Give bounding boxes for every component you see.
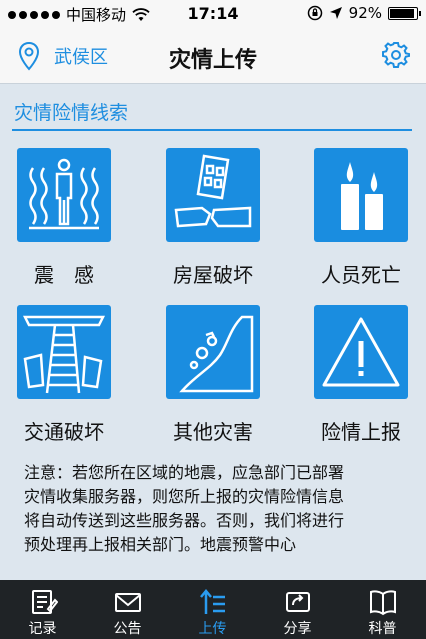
tile-hazard-report[interactable] xyxy=(314,305,408,399)
tile-label-shaking: 震 感 xyxy=(34,263,94,287)
candles-icon xyxy=(341,162,383,230)
tile-shaking[interactable] xyxy=(17,148,111,242)
location-pin-icon xyxy=(18,41,40,71)
broken-railway-icon xyxy=(22,315,106,394)
gear-icon xyxy=(382,42,410,68)
section-divider xyxy=(12,129,412,131)
location-label: 武侯区 xyxy=(54,47,108,68)
tab-share[interactable]: 分享 xyxy=(255,580,340,639)
tab-upload[interactable]: 上传 xyxy=(170,580,255,639)
collapsed-house-icon xyxy=(174,154,252,228)
notice-text: 注意：若您所在区域的地震，应急部门已部署 灾情收集服务器，则您所上报的灾情险情信… xyxy=(24,461,404,557)
landslide-icon xyxy=(179,315,254,393)
tab-label: 上传 xyxy=(198,621,227,637)
tab-record[interactable]: 记录 xyxy=(0,580,85,639)
tile-other-disasters[interactable] xyxy=(166,305,260,399)
share-icon xyxy=(286,592,310,612)
tab-label: 科普 xyxy=(368,621,397,637)
tile-label-traffic-damage: 交通破坏 xyxy=(24,420,104,444)
book-icon xyxy=(370,590,396,616)
record-icon xyxy=(32,590,58,614)
status-bar: 中国移动 17:14 92% xyxy=(0,0,426,28)
battery-percent: 92% xyxy=(348,4,382,22)
battery-level xyxy=(390,8,414,18)
tile-traffic-damage[interactable] xyxy=(17,305,111,399)
tab-bar: 记录 公告 上传 分享 科普 xyxy=(0,580,426,639)
tile-label-other-disasters: 其他灾害 xyxy=(173,420,253,444)
status-indicators: 92% xyxy=(307,4,421,22)
notice-line: 将自动传送到这些服务器。否则，我们将进行 xyxy=(24,511,345,530)
tile-label-house-damage: 房屋破坏 xyxy=(173,263,253,287)
tile-house-damage[interactable] xyxy=(166,148,260,242)
upload-icon xyxy=(200,589,225,614)
settings-button[interactable] xyxy=(382,41,410,73)
notice-line: 注意：若您所在区域的地震，应急部门已部署 xyxy=(24,463,345,482)
orientation-lock-icon xyxy=(307,5,322,21)
tab-label: 分享 xyxy=(283,621,312,637)
tab-label: 记录 xyxy=(28,621,57,637)
shaking-person-icon xyxy=(29,158,99,230)
tile-label-casualties: 人员死亡 xyxy=(321,263,401,287)
mail-icon xyxy=(115,593,141,612)
tile-casualties[interactable] xyxy=(314,148,408,242)
notice-line: 预处理再上报相关部门。地震预警中心 xyxy=(24,535,297,554)
tab-science[interactable]: 科普 xyxy=(340,580,425,639)
warning-triangle-icon xyxy=(322,317,400,387)
notice-line: 灾情收集服务器，则您所上报的灾情险情信息 xyxy=(24,487,345,506)
header-bar: 武侯区 灾情上传 xyxy=(0,28,426,84)
tile-label-hazard-report: 险情上报 xyxy=(321,420,401,444)
tab-label: 公告 xyxy=(113,621,142,637)
section-title: 灾情险情线索 xyxy=(14,102,129,124)
tab-announcements[interactable]: 公告 xyxy=(85,580,170,639)
location-arrow-icon xyxy=(329,7,342,19)
battery-icon xyxy=(388,6,421,20)
location-selector[interactable]: 武侯区 xyxy=(18,41,108,71)
